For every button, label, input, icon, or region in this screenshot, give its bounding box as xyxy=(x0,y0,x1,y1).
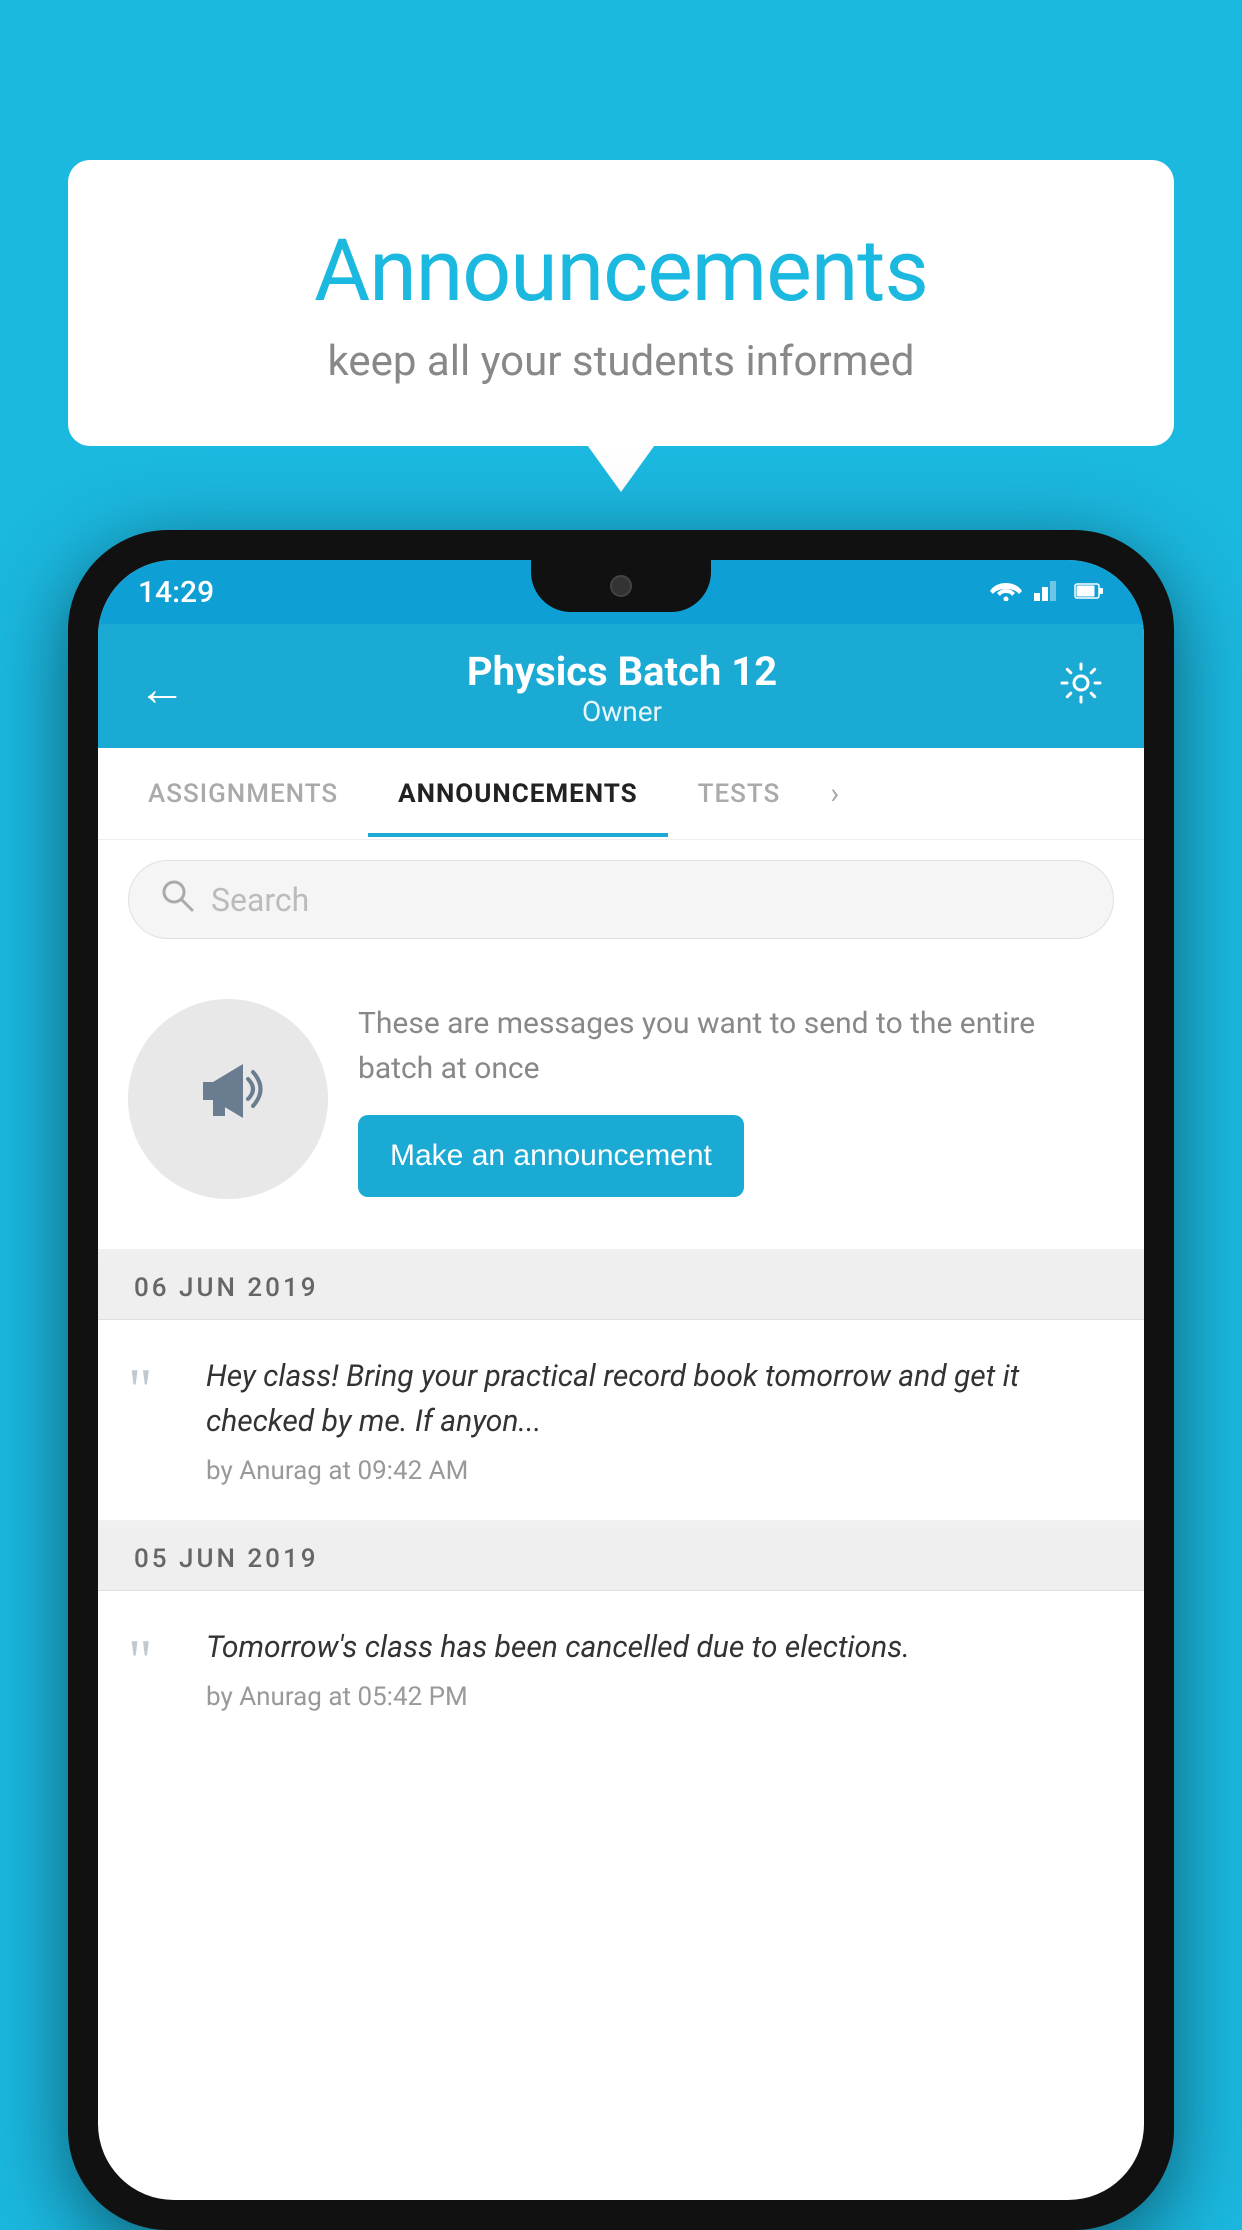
header-title-section: Physics Batch 12 Owner xyxy=(186,648,1058,728)
speech-bubble: Announcements keep all your students inf… xyxy=(68,160,1174,446)
speech-bubble-title: Announcements xyxy=(118,220,1124,321)
owner-subtitle: Owner xyxy=(186,695,1058,728)
signal-icon xyxy=(1034,577,1062,608)
announcement-content-2: Tomorrow's class has been cancelled due … xyxy=(206,1625,1114,1712)
notch xyxy=(531,560,711,612)
announcement-meta-1: by Anurag at 09:42 AM xyxy=(206,1456,1114,1486)
app-header: ← Physics Batch 12 Owner xyxy=(98,624,1144,748)
battery-icon xyxy=(1074,577,1104,607)
announcement-content-1: Hey class! Bring your practical record b… xyxy=(206,1354,1114,1486)
megaphone-icon xyxy=(183,1044,273,1154)
quote-icon-1: " xyxy=(128,1360,178,1420)
tab-bar: ASSIGNMENTS ANNOUNCEMENTS TESTS › xyxy=(98,748,1144,840)
speech-bubble-section: Announcements keep all your students inf… xyxy=(68,160,1174,446)
wifi-icon xyxy=(990,577,1022,608)
date-section-1: 06 JUN 2019 xyxy=(98,1257,1144,1320)
search-bar[interactable]: Search xyxy=(128,860,1114,939)
promo-right: These are messages you want to send to t… xyxy=(358,1001,1114,1197)
tab-more-icon[interactable]: › xyxy=(810,748,859,839)
announcement-text-2: Tomorrow's class has been cancelled due … xyxy=(206,1625,1114,1670)
announcement-promo: These are messages you want to send to t… xyxy=(98,959,1144,1257)
status-bar: 14:29 xyxy=(98,560,1144,624)
status-icons xyxy=(990,577,1104,608)
phone-screen: 14:29 xyxy=(98,560,1144,2200)
search-container: Search xyxy=(98,840,1144,959)
settings-button[interactable] xyxy=(1058,660,1104,717)
make-announcement-button[interactable]: Make an announcement xyxy=(358,1115,744,1197)
tab-assignments[interactable]: ASSIGNMENTS xyxy=(118,751,368,837)
tab-announcements[interactable]: ANNOUNCEMENTS xyxy=(368,751,667,837)
back-button[interactable]: ← xyxy=(138,660,186,717)
notch-camera xyxy=(610,575,632,597)
announcement-item-2[interactable]: " Tomorrow's class has been cancelled du… xyxy=(98,1591,1144,1746)
search-icon xyxy=(159,877,195,922)
promo-description: These are messages you want to send to t… xyxy=(358,1001,1114,1091)
phone-frame: 14:29 xyxy=(68,530,1174,2230)
batch-title: Physics Batch 12 xyxy=(186,648,1058,695)
tab-tests[interactable]: TESTS xyxy=(668,751,811,837)
megaphone-circle xyxy=(128,999,328,1199)
status-time: 14:29 xyxy=(138,575,214,610)
date-section-2: 05 JUN 2019 xyxy=(98,1528,1144,1591)
search-placeholder: Search xyxy=(211,881,309,919)
quote-icon-2: " xyxy=(128,1631,178,1691)
speech-bubble-subtitle: keep all your students informed xyxy=(118,337,1124,386)
announcement-meta-2: by Anurag at 05:42 PM xyxy=(206,1682,1114,1712)
announcement-item-1[interactable]: " Hey class! Bring your practical record… xyxy=(98,1320,1144,1528)
announcement-text-1: Hey class! Bring your practical record b… xyxy=(206,1354,1114,1444)
